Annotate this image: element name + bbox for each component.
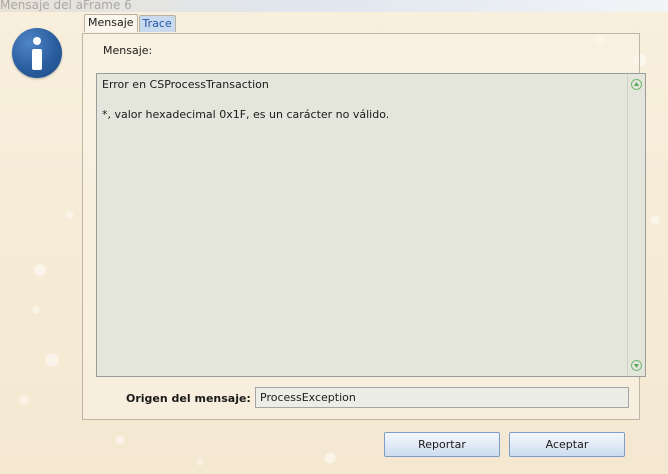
origin-label: Origen del mensaje:	[126, 392, 251, 405]
info-icon-bar	[32, 49, 42, 70]
message-line-1: Error en CSProcessTransaction	[102, 78, 269, 91]
message-textarea[interactable]: Error en CSProcessTransaction *, valor h…	[96, 73, 646, 377]
message-label: Mensaje:	[103, 44, 153, 57]
window-title: Mensaje del aFrame 6	[0, 0, 132, 12]
tab-trace[interactable]: Trace	[138, 15, 176, 32]
tab-mensaje[interactable]: Mensaje	[84, 14, 138, 32]
scroll-down-icon[interactable]	[631, 360, 642, 371]
scroll-up-icon[interactable]	[631, 79, 642, 90]
info-icon-dot	[33, 37, 41, 45]
info-icon	[12, 28, 62, 78]
origin-field[interactable]: ProcessException	[255, 387, 629, 408]
tab-strip: Mensaje Trace	[84, 14, 177, 32]
vertical-scrollbar[interactable]	[627, 74, 645, 376]
report-button[interactable]: Reportar	[384, 432, 500, 457]
title-bar: Mensaje del aFrame 6	[0, 0, 668, 12]
message-line-2: *, valor hexadecimal 0x1F, es un carácte…	[102, 108, 390, 121]
accept-button[interactable]: Aceptar	[509, 432, 625, 457]
